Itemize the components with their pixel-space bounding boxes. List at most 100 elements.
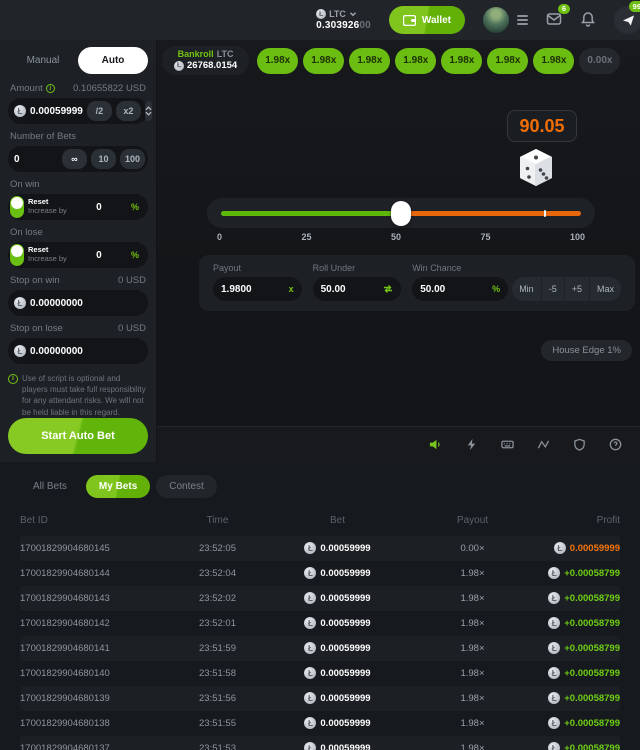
multiplier-pill-inactive[interactable]: 0.00x — [579, 48, 620, 74]
table-row[interactable]: 17001829904680145 23:52:05 Ł0.00059999 0… — [20, 536, 620, 561]
multiplier-pill[interactable]: 1.98x — [395, 48, 436, 74]
turbo-icon[interactable] — [465, 438, 478, 451]
roll-under-input[interactable]: 50.00 — [321, 284, 346, 295]
bet-time: 23:51:59 — [170, 643, 265, 654]
table-row[interactable]: 17001829904680142 23:52:01 Ł0.00059999 1… — [20, 611, 620, 636]
messages-button[interactable]: 6 — [546, 11, 562, 30]
fairness-shield-icon[interactable] — [573, 438, 586, 451]
balance: 0.30392600 — [316, 20, 371, 31]
ten-bets-button[interactable]: 10 — [91, 149, 116, 169]
bet-id: 17001829904680140 — [20, 668, 170, 679]
wallet-icon — [403, 15, 416, 26]
stop-on-lose-field: Ł 0.00000000 — [8, 338, 148, 364]
plus5-button[interactable]: +5 — [564, 277, 589, 301]
avatar[interactable] — [483, 7, 509, 33]
half-amount-button[interactable]: /2 — [87, 101, 112, 121]
tab-auto[interactable]: Auto — [78, 47, 148, 74]
payout-input[interactable]: 1.9800 — [221, 284, 252, 295]
stop-on-lose-usd: 0 USD — [118, 323, 146, 334]
multiplier-pill[interactable]: 1.98x — [349, 48, 390, 74]
bet-payout: 1.98× — [410, 593, 535, 604]
user-menu[interactable] — [483, 7, 528, 33]
tab-my-bets[interactable]: My Bets — [86, 475, 150, 498]
currency-selector[interactable]: Ł LTC 0.30392600 — [316, 9, 371, 31]
number-of-bets-field: 0 ∞ 10 100 — [8, 146, 148, 172]
sound-icon[interactable] — [429, 438, 442, 451]
currency-code: LTC — [329, 9, 346, 19]
minus5-button[interactable]: -5 — [541, 277, 564, 301]
table-row[interactable]: 17001829904680139 23:51:56 Ł0.00059999 1… — [20, 686, 620, 711]
chat-button[interactable]: 99 — [614, 6, 640, 34]
multiplier-pills: 1.98x1.98x1.98x1.98x1.98x1.98x1.98x — [257, 48, 574, 74]
on-lose-row: Reset Increase by 0 % — [8, 242, 148, 268]
bet-amount: Ł0.00059999 — [265, 742, 410, 750]
bet-payout: 1.98× — [410, 668, 535, 679]
table-row[interactable]: 17001829904680140 23:51:58 Ł0.00059999 1… — [20, 661, 620, 686]
on-win-reset-toggle[interactable] — [10, 196, 24, 218]
tab-all-bets[interactable]: All Bets — [20, 475, 80, 498]
slider-track[interactable] — [221, 211, 581, 216]
bet-id: 17001829904680144 — [20, 568, 170, 579]
on-lose-reset-toggle[interactable] — [10, 244, 24, 266]
start-auto-bet-button[interactable]: Start Auto Bet — [8, 418, 148, 454]
on-lose-value-input[interactable]: 0 — [71, 250, 127, 261]
multiplier-pill[interactable]: 1.98x — [533, 48, 574, 74]
infinity-bets-button[interactable]: ∞ — [62, 149, 87, 169]
on-win-value-input[interactable]: 0 — [71, 202, 127, 213]
table-row[interactable]: 17001829904680143 23:52:02 Ł0.00059999 1… — [20, 586, 620, 611]
bet-time: 23:51:53 — [170, 743, 265, 750]
bet-id: 17001829904680141 — [20, 643, 170, 654]
menu-icon — [517, 15, 528, 25]
hundred-bets-button[interactable]: 100 — [120, 149, 145, 169]
multiplier-pill[interactable]: 1.98x — [257, 48, 298, 74]
payout-label: Payout — [213, 263, 302, 273]
on-win-label: On win — [10, 179, 40, 190]
game-controls-panel: Payout 1.9800 x Roll Under 50.00 Win Cha… — [199, 255, 635, 311]
table-row[interactable]: 17001829904680141 23:51:59 Ł0.00059999 1… — [20, 636, 620, 661]
tab-manual[interactable]: Manual — [8, 47, 78, 74]
min-button[interactable]: Min — [512, 277, 541, 301]
number-of-bets-input[interactable]: 0 — [14, 154, 58, 165]
bet-id: 17001829904680142 — [20, 618, 170, 629]
wallet-button[interactable]: Wallet — [389, 6, 465, 34]
stop-on-lose-label: Stop on lose — [10, 323, 63, 334]
notifications-button[interactable] — [580, 11, 596, 30]
table-row[interactable]: 17001829904680138 23:51:55 Ł0.00059999 1… — [20, 711, 620, 736]
ltc-coin-icon: Ł — [304, 642, 316, 654]
hotkeys-icon[interactable] — [501, 438, 514, 451]
multiplier-pill[interactable]: 1.98x — [487, 48, 528, 74]
table-row[interactable]: 17001829904680137 23:51:53 Ł0.00059999 1… — [20, 736, 620, 750]
bet-payout: 0.00× — [410, 543, 535, 554]
result-tick — [544, 210, 546, 217]
live-stats-icon[interactable] — [537, 438, 550, 451]
ltc-coin-icon: Ł — [14, 345, 26, 357]
multiplier-pill[interactable]: 1.98x — [441, 48, 482, 74]
ltc-coin-icon: Ł — [548, 667, 560, 679]
swap-icon[interactable] — [383, 284, 393, 294]
amount-input[interactable]: 0.00059999 — [30, 106, 83, 117]
bet-profit: Ł+0.00058799 — [535, 567, 620, 579]
win-chance-input[interactable]: 50.00 — [420, 284, 445, 295]
amount-field: Ł 0.00059999 /2 x2 — [8, 98, 148, 124]
stop-on-win-label: Stop on win — [10, 275, 60, 286]
slider-handle[interactable] — [391, 201, 411, 226]
help-icon[interactable] — [609, 438, 622, 451]
stop-on-win-input[interactable]: 0.00000000 — [30, 298, 145, 309]
stop-on-win-field: Ł 0.00000000 — [8, 290, 148, 316]
stop-on-lose-input[interactable]: 0.00000000 — [30, 346, 145, 357]
increase-by-option[interactable]: Increase by — [28, 207, 67, 216]
multiplier-pill[interactable]: 1.98x — [303, 48, 344, 74]
table-row[interactable]: 17001829904680144 23:52:04 Ł0.00059999 1… — [20, 561, 620, 586]
roll-under-label: Roll Under — [313, 263, 402, 273]
double-amount-button[interactable]: x2 — [116, 101, 141, 121]
bets-history-section: All Bets My Bets Contest Bet ID Time Bet… — [0, 462, 640, 750]
bets-table-header: Bet ID Time Bet Payout Profit — [20, 506, 620, 536]
bet-payout: 1.98× — [410, 568, 535, 579]
amount-stepper[interactable] — [145, 101, 152, 121]
max-button[interactable]: Max — [589, 277, 621, 301]
increase-by-option[interactable]: Increase by — [28, 255, 67, 264]
ltc-coin-icon: Ł — [304, 542, 316, 554]
bet-time: 23:52:05 — [170, 543, 265, 554]
on-win-row: Reset Increase by 0 % — [8, 194, 148, 220]
tab-contest[interactable]: Contest — [156, 475, 216, 498]
